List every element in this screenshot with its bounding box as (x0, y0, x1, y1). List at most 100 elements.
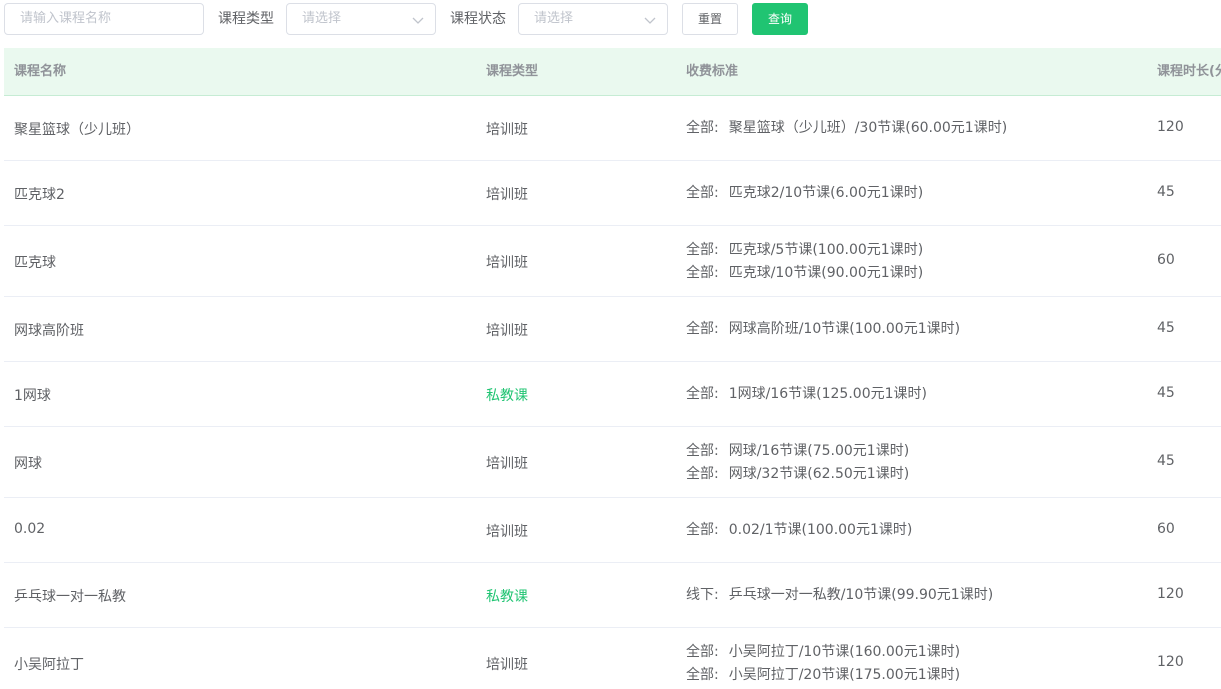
fee-scope: 全部: (686, 265, 719, 281)
fee-scope: 全部: (686, 120, 719, 136)
fee-standard-cell: 全部: 网球高阶班/10节课(100.00元1课时) (686, 318, 960, 341)
course-type-cell: 培训班 (486, 122, 528, 138)
fee-line: 全部: 网球高阶班/10节课(100.00元1课时) (686, 318, 960, 341)
fee-line: 全部: 聚星篮球（少儿班）/30节课(60.00元1课时) (686, 117, 1007, 140)
fee-text: 小吴阿拉丁/20节课(175.00元1课时) (728, 667, 961, 683)
course-table: 课程名称 课程类型 收费标准 课程时长(分 聚星篮球（少儿班） 培训班 全部: 聚星篮… (4, 48, 1221, 689)
course-duration-cell: 45 (1157, 453, 1175, 469)
column-header-course-name[interactable]: 课程名称 (14, 48, 66, 96)
course-status-select[interactable]: 请选择 (518, 3, 668, 35)
fee-text: 匹克球2/10节课(6.00元1课时) (728, 185, 924, 201)
fee-text: 1网球/16节课(125.00元1课时) (728, 386, 927, 402)
fee-scope: 全部: (686, 386, 719, 402)
table-row[interactable]: 0.02 培训班 全部: 0.02/1节课(100.00元1课时) 60 (4, 498, 1221, 563)
table-row[interactable]: 匹克球 培训班 全部: 匹克球/5节课(100.00元1课时) 全部: 匹克球/10节课(… (4, 226, 1221, 297)
fee-text: 匹克球/5节课(100.00元1课时) (728, 242, 924, 258)
column-header-fee-standard[interactable]: 收费标准 (686, 48, 738, 96)
course-name-cell: 1网球 (14, 388, 51, 404)
fee-scope: 线下: (686, 587, 719, 603)
course-type-cell: 培训班 (486, 456, 528, 472)
course-name-placeholder: 请输入课程名称 (20, 11, 112, 26)
course-status-label: 课程状态 (450, 11, 506, 27)
course-type-cell: 培训班 (486, 187, 528, 203)
course-duration-cell: 45 (1157, 184, 1175, 200)
fee-line: 全部: 匹克球/10节课(90.00元1课时) (686, 262, 923, 285)
fee-standard-cell: 全部: 1网球/16节课(125.00元1课时) (686, 383, 927, 406)
table-row[interactable]: 1网球 私教课 全部: 1网球/16节课(125.00元1课时) 45 (4, 362, 1221, 427)
fee-scope: 全部: (686, 443, 719, 459)
fee-scope: 全部: (686, 667, 719, 683)
fee-standard-cell: 全部: 0.02/1节课(100.00元1课时) (686, 519, 912, 542)
fee-scope: 全部: (686, 242, 719, 258)
fee-line: 全部: 匹克球2/10节课(6.00元1课时) (686, 182, 923, 205)
fee-line: 全部: 网球/16节课(75.00元1课时) (686, 440, 909, 463)
fee-line: 全部: 小吴阿拉丁/20节课(175.00元1课时) (686, 664, 960, 687)
course-type-cell: 培训班 (486, 524, 528, 540)
course-name-cell: 0.02 (14, 521, 46, 537)
fee-line: 全部: 0.02/1节课(100.00元1课时) (686, 519, 912, 542)
course-duration-cell: 60 (1157, 252, 1175, 268)
query-button[interactable]: 查询 (752, 3, 808, 35)
filter-bar: 请输入课程名称 课程类型 请选择 课程状态 请选择 重置 查询 (0, 0, 1221, 40)
course-duration-cell: 60 (1157, 521, 1175, 537)
fee-standard-cell: 全部: 匹克球2/10节课(6.00元1课时) (686, 182, 923, 205)
fee-standard-cell: 线下: 乒乓球一对一私教/10节课(99.90元1课时) (686, 584, 993, 607)
course-type-cell: 私教课 (486, 589, 528, 605)
fee-text: 乒乓球一对一私教/10节课(99.90元1课时) (728, 587, 994, 603)
course-type-cell: 私教课 (486, 388, 528, 404)
course-duration-cell: 120 (1157, 119, 1184, 135)
column-header-course-duration[interactable]: 课程时长(分 (1157, 48, 1221, 96)
table-row[interactable]: 网球 培训班 全部: 网球/16节课(75.00元1课时) 全部: 网球/32节课(62.… (4, 427, 1221, 498)
course-name-cell: 聚星篮球（少儿班） (14, 122, 140, 138)
fee-line: 全部: 网球/32节课(62.50元1课时) (686, 463, 909, 486)
fee-text: 匹克球/10节课(90.00元1课时) (728, 265, 924, 281)
course-name-cell: 小吴阿拉丁 (14, 657, 84, 673)
table-row[interactable]: 聚星篮球（少儿班） 培训班 全部: 聚星篮球（少儿班）/30节课(60.00元1课时)… (4, 96, 1221, 161)
course-status-placeholder: 请选择 (534, 11, 574, 26)
fee-standard-cell: 全部: 小吴阿拉丁/10节课(160.00元1课时) 全部: 小吴阿拉丁/20节课(1… (686, 641, 960, 687)
course-name-cell: 网球高阶班 (14, 323, 84, 339)
table-row[interactable]: 匹克球2 培训班 全部: 匹克球2/10节课(6.00元1课时) 45 (4, 161, 1221, 226)
fee-line: 线下: 乒乓球一对一私教/10节课(99.90元1课时) (686, 584, 993, 607)
fee-text: 网球/32节课(62.50元1课时) (728, 466, 910, 482)
course-type-cell: 培训班 (486, 255, 528, 271)
table-header: 课程名称 课程类型 收费标准 课程时长(分 (4, 48, 1221, 96)
table-row[interactable]: 网球高阶班 培训班 全部: 网球高阶班/10节课(100.00元1课时) 45 (4, 297, 1221, 362)
reset-button[interactable]: 重置 (682, 3, 738, 35)
course-name-cell: 匹克球 (14, 255, 56, 271)
fee-text: 网球/16节课(75.00元1课时) (728, 443, 910, 459)
table-row[interactable]: 乒乓球一对一私教 私教课 线下: 乒乓球一对一私教/10节课(99.90元1课时) 12… (4, 563, 1221, 628)
course-duration-cell: 45 (1157, 320, 1175, 336)
course-type-select[interactable]: 请选择 (286, 3, 436, 35)
fee-text: 0.02/1节课(100.00元1课时) (728, 522, 913, 538)
fee-text: 小吴阿拉丁/10节课(160.00元1课时) (728, 644, 961, 660)
fee-standard-cell: 全部: 网球/16节课(75.00元1课时) 全部: 网球/32节课(62.50元1课… (686, 440, 909, 486)
course-duration-cell: 120 (1157, 586, 1184, 602)
fee-scope: 全部: (686, 644, 719, 660)
fee-scope: 全部: (686, 321, 719, 337)
course-type-cell: 培训班 (486, 323, 528, 339)
fee-text: 聚星篮球（少儿班）/30节课(60.00元1课时) (728, 120, 1008, 136)
fee-scope: 全部: (686, 466, 719, 482)
chevron-down-icon (644, 17, 656, 24)
fee-standard-cell: 全部: 聚星篮球（少儿班）/30节课(60.00元1课时) (686, 117, 1007, 140)
course-type-cell: 培训班 (486, 657, 528, 673)
course-duration-cell: 120 (1157, 654, 1184, 670)
fee-scope: 全部: (686, 185, 719, 201)
course-type-placeholder: 请选择 (302, 11, 342, 26)
fee-standard-cell: 全部: 匹克球/5节课(100.00元1课时) 全部: 匹克球/10节课(90.00元… (686, 239, 923, 285)
column-header-course-type[interactable]: 课程类型 (486, 48, 538, 96)
course-duration-cell: 45 (1157, 385, 1175, 401)
course-type-label: 课程类型 (218, 11, 274, 27)
fee-line: 全部: 小吴阿拉丁/10节课(160.00元1课时) (686, 641, 960, 664)
course-name-cell: 网球 (14, 456, 42, 472)
course-name-cell: 匹克球2 (14, 187, 65, 203)
chevron-down-icon (412, 17, 424, 24)
course-name-cell: 乒乓球一对一私教 (14, 589, 126, 605)
fee-scope: 全部: (686, 522, 719, 538)
course-name-input[interactable]: 请输入课程名称 (4, 3, 204, 35)
fee-line: 全部: 匹克球/5节课(100.00元1课时) (686, 239, 923, 262)
table-row[interactable]: 小吴阿拉丁 培训班 全部: 小吴阿拉丁/10节课(160.00元1课时) 全部: 小吴阿拉… (4, 628, 1221, 689)
fee-text: 网球高阶班/10节课(100.00元1课时) (728, 321, 961, 337)
fee-line: 全部: 1网球/16节课(125.00元1课时) (686, 383, 927, 406)
